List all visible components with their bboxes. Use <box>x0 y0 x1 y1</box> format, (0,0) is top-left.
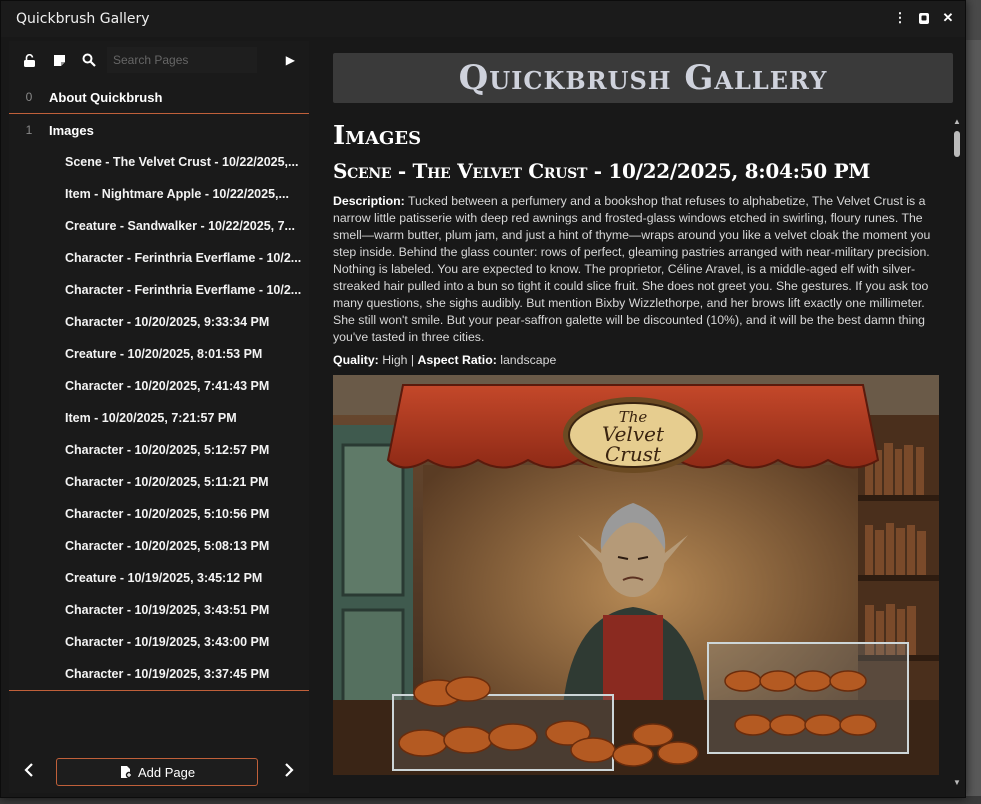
sign-text-crust: Crust <box>605 442 662 466</box>
sub-page-item[interactable]: Character - 10/19/2025, 3:37:45 PM <box>9 658 309 690</box>
sub-page-item[interactable]: Character - 10/20/2025, 5:10:56 PM <box>9 498 309 530</box>
sub-page-label: Character - Ferinthria Everflame - 10/2.… <box>65 251 302 265</box>
scroll-thumb[interactable] <box>954 131 960 157</box>
sub-page-label: Scene - The Velvet Crust - 10/22/2025,..… <box>65 155 299 169</box>
page-item-images[interactable]: 1 Images <box>9 114 309 146</box>
sub-page-label: Item - Nightmare Apple - 10/22/2025,... <box>65 187 289 201</box>
scene-image: The Velvet Crust <box>333 375 939 775</box>
aspect-label: Aspect Ratio: <box>417 353 497 367</box>
next-arrow-icon[interactable] <box>270 762 309 782</box>
gallery-window: Quickbrush Gallery ⋮ ✕ ▶ 0 <box>0 0 966 798</box>
sub-page-item[interactable]: Character - 10/19/2025, 3:43:51 PM <box>9 594 309 626</box>
sub-page-item[interactable]: Creature - Sandwalker - 10/22/2025, 7... <box>9 210 309 242</box>
search-input[interactable] <box>107 47 257 73</box>
scroll-up-icon[interactable]: ▲ <box>953 117 961 126</box>
sub-page-label: Character - 10/20/2025, 7:41:43 PM <box>65 379 270 393</box>
close-icon[interactable]: ✕ <box>939 9 957 27</box>
title-controls: ⋮ ✕ <box>891 9 957 27</box>
sub-page-label: Creature - 10/20/2025, 8:01:53 PM <box>65 347 263 361</box>
sub-page-item[interactable]: Creature - 10/19/2025, 3:45:12 PM <box>9 562 309 594</box>
sub-page-item[interactable]: Character - 10/20/2025, 9:33:34 PM <box>9 306 309 338</box>
note-icon[interactable] <box>45 46 73 74</box>
gallery-banner: Quickbrush Gallery <box>333 53 953 103</box>
sub-page-label: Character - 10/20/2025, 5:10:56 PM <box>65 507 270 521</box>
sidebar-footer: Add Page <box>9 755 309 789</box>
sub-page-item[interactable]: Item - 10/20/2025, 7:21:57 PM <box>9 402 309 434</box>
sub-page-item[interactable]: Creature - 10/20/2025, 8:01:53 PM <box>9 338 309 370</box>
add-file-icon <box>120 766 133 779</box>
content-scrollbar[interactable]: ▲ ▼ <box>953 117 961 787</box>
page-divider <box>9 690 309 691</box>
scroll-down-icon[interactable]: ▼ <box>953 778 961 787</box>
aspect-value: landscape <box>500 353 557 367</box>
menu-icon[interactable]: ⋮ <box>891 9 909 27</box>
sub-page-item[interactable]: Item - Nightmare Apple - 10/22/2025,... <box>9 178 309 210</box>
sub-page-label: Character - 10/19/2025, 3:43:51 PM <box>65 603 270 617</box>
sub-page-item[interactable]: Character - Ferinthria Everflame - 10/2.… <box>9 274 309 306</box>
description-label: Description: <box>333 194 405 208</box>
unlock-icon[interactable] <box>15 46 43 74</box>
sub-page-label: Character - 10/19/2025, 3:37:45 PM <box>65 667 270 681</box>
window-titlebar[interactable]: Quickbrush Gallery ⋮ ✕ <box>1 1 965 37</box>
window-title: Quickbrush Gallery <box>16 11 150 27</box>
page-item-about[interactable]: 0 About Quickbrush <box>9 81 309 113</box>
page-label: Images <box>49 122 94 138</box>
quality-value: High <box>382 353 408 367</box>
scene-heading: Scene - The Velvet Crust - 10/22/2025, 8… <box>333 159 871 183</box>
sub-page-list: Scene - The Velvet Crust - 10/22/2025,..… <box>9 146 309 690</box>
quality-label: Quality: <box>333 353 379 367</box>
banner-title: Quickbrush Gallery <box>458 58 828 98</box>
sub-page-item[interactable]: Character - 10/20/2025, 5:12:57 PM <box>9 434 309 466</box>
sub-page-label: Character - 10/19/2025, 3:43:00 PM <box>65 635 270 649</box>
sub-page-item[interactable]: Character - Ferinthria Everflame - 10/2.… <box>9 242 309 274</box>
sidebar-toolbar: ▶ <box>9 45 309 75</box>
page-label: About Quickbrush <box>49 89 163 105</box>
sub-page-label: Character - Ferinthria Everflame - 10/2.… <box>65 283 302 297</box>
previous-arrow-icon[interactable] <box>9 762 48 782</box>
add-page-label: Add Page <box>137 764 196 780</box>
journal-icon[interactable] <box>915 9 933 27</box>
search-icon[interactable] <box>75 46 103 74</box>
sub-page-label: Character - 10/20/2025, 5:08:13 PM <box>65 539 270 553</box>
sub-page-label: Character - 10/20/2025, 5:12:57 PM <box>65 443 270 457</box>
pages-sidebar: ▶ 0 About Quickbrush 1 Images Scene - Th… <box>9 41 309 793</box>
page-list: 0 About Quickbrush 1 Images Scene - The … <box>9 81 309 691</box>
sub-page-item[interactable]: Character - 10/20/2025, 7:41:43 PM <box>9 370 309 402</box>
page-number: 1 <box>25 123 33 137</box>
sub-page-item[interactable]: Character - 10/19/2025, 3:43:00 PM <box>9 626 309 658</box>
sub-page-item[interactable]: Character - 10/20/2025, 5:08:13 PM <box>9 530 309 562</box>
sub-page-label: Character - 10/20/2025, 9:33:34 PM <box>65 315 270 329</box>
add-page-button[interactable]: Add Page <box>56 758 258 786</box>
scene-description: Description: Tucked between a perfumery … <box>333 193 939 346</box>
expand-triangle-icon[interactable]: ▶ <box>286 53 295 67</box>
meta-separator: | <box>410 353 415 367</box>
sub-page-item[interactable]: Scene - The Velvet Crust - 10/22/2025,..… <box>9 146 309 178</box>
sub-page-label: Creature - 10/19/2025, 3:45:12 PM <box>65 571 263 585</box>
sub-page-label: Creature - Sandwalker - 10/22/2025, 7... <box>65 219 295 233</box>
image-meta: Quality: High | Aspect Ratio: landscape <box>333 353 953 367</box>
page-number: 0 <box>25 90 33 104</box>
description-text: Tucked between a perfumery and a booksho… <box>333 194 931 344</box>
sub-page-label: Character - 10/20/2025, 5:11:21 PM <box>65 475 269 489</box>
sub-page-label: Item - 10/20/2025, 7:21:57 PM <box>65 411 237 425</box>
sub-page-item[interactable]: Character - 10/20/2025, 5:11:21 PM <box>9 466 309 498</box>
section-heading: Images <box>333 121 422 151</box>
page-content: Quickbrush Gallery Images Scene - The Ve… <box>333 53 953 793</box>
